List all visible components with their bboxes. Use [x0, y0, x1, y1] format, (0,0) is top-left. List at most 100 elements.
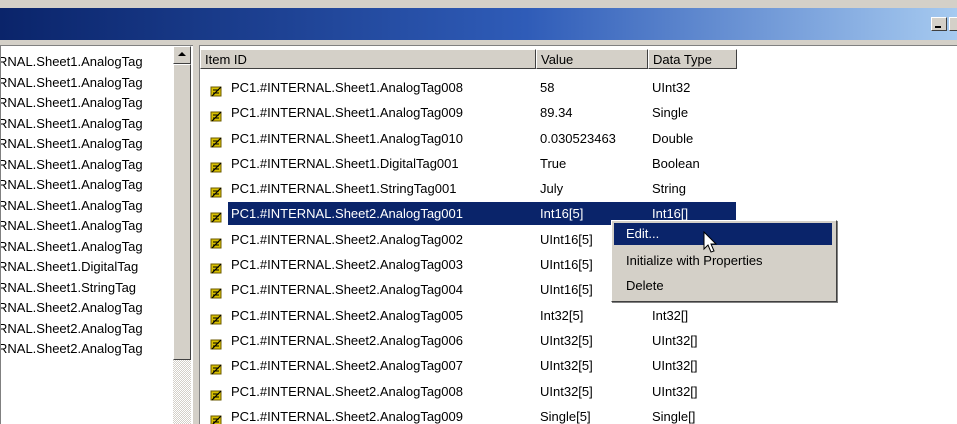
column-header-item-id[interactable]: Item ID: [200, 49, 536, 69]
cell-value: 89.34: [540, 105, 573, 121]
tag-icon: [210, 258, 223, 274]
tree-panel: RNAL.Sheet1.AnalogTag RNAL.Sheet1.AnalogT…: [0, 45, 193, 424]
cell-value: UInt16[5]: [540, 257, 593, 273]
table-row[interactable]: PC1.#INTERNAL.Sheet1.StringTag001 July Str…: [200, 176, 957, 201]
tag-icon: [210, 132, 223, 148]
table-row[interactable]: PC1.#INTERNAL.Sheet2.AnalogTag004 UInt16[…: [200, 277, 957, 302]
table-row[interactable]: PC1.#INTERNAL.Sheet2.AnalogTag005 Int32[5…: [200, 303, 957, 328]
cell-item-id: PC1.#INTERNAL.Sheet1.AnalogTag008: [231, 80, 463, 95]
table-row[interactable]: PC1.#INTERNAL.Sheet2.AnalogTag007 UInt32[…: [200, 353, 957, 378]
tree-item[interactable]: RNAL.Sheet1.AnalogTag: [1, 134, 173, 155]
tree-item[interactable]: RNAL.Sheet1.AnalogTag: [1, 73, 173, 94]
tree-item[interactable]: RNAL.Sheet1.AnalogTag: [1, 114, 173, 135]
column-header-value[interactable]: Value: [536, 49, 648, 69]
tree-item[interactable]: RNAL.Sheet1.AnalogTag: [1, 196, 173, 217]
cell-value: 58: [540, 80, 555, 95]
tree-item[interactable]: RNAL.Sheet1.AnalogTag: [1, 237, 173, 258]
tree-item[interactable]: RNAL.Sheet1.AnalogTag: [1, 216, 173, 237]
tag-icon: [210, 233, 223, 249]
cell-value: Int32[5]: [540, 307, 584, 323]
table-body: PC1.#INTERNAL.Sheet1.AnalogTag008 58 UInt3…: [200, 75, 957, 424]
cell-value: 0.030523463: [540, 130, 616, 146]
table-row[interactable]: PC1.#INTERNAL.Sheet2.AnalogTag002 UInt16[…: [200, 227, 957, 252]
menu-item-delete[interactable]: Delete: [614, 275, 832, 297]
cell-item-id: PC1.#INTERNAL.Sheet1.DigitalTag001: [231, 155, 459, 171]
maximize-button[interactable]: [949, 17, 957, 31]
table-row[interactable]: PC1.#INTERNAL.Sheet2.AnalogTag003 UInt16[…: [200, 252, 957, 277]
scroll-up-button[interactable]: [173, 46, 191, 64]
table-row[interactable]: PC1.#INTERNAL.Sheet2.AnalogTag008 UInt32[…: [200, 379, 957, 404]
tree-item[interactable]: RNAL.Sheet2.AnalogTag: [1, 339, 173, 360]
cell-item-id: PC1.#INTERNAL.Sheet2.AnalogTag001: [231, 206, 463, 222]
table-row[interactable]: PC1.#INTERNAL.Sheet1.AnalogTag009 89.34 Si…: [200, 100, 957, 125]
cell-item-id: PC1.#INTERNAL.Sheet2.AnalogTag007: [231, 358, 463, 374]
cell-item-id: PC1.#INTERNAL.Sheet1.AnalogTag009: [231, 105, 463, 121]
cell-data-type: Int32[]: [652, 307, 689, 323]
minimize-icon: [935, 26, 941, 28]
cell-item-id: PC1.#INTERNAL.Sheet2.AnalogTag003: [231, 257, 463, 273]
tree-item[interactable]: RNAL.Sheet1.StringTag: [1, 278, 173, 299]
tag-icon: [210, 309, 223, 325]
cell-item-id: PC1.#INTERNAL.Sheet1.StringTag001: [231, 181, 457, 197]
cell-value: True: [540, 155, 567, 171]
table-row[interactable]: PC1.#INTERNAL.Sheet2.AnalogTag009 Single[…: [200, 404, 957, 424]
scroll-thumb[interactable]: [173, 64, 191, 360]
cell-value: Int16[5]: [540, 206, 584, 222]
tag-icon: [210, 283, 223, 299]
cell-data-type: String: [652, 181, 686, 197]
cell-value: UInt32[5]: [540, 332, 593, 348]
cell-value: July: [540, 181, 564, 197]
menu-item-edit[interactable]: Edit...: [614, 223, 832, 245]
table-row[interactable]: PC1.#INTERNAL.Sheet1.AnalogTag010 0.03052…: [200, 126, 957, 151]
mouse-cursor-icon: [703, 231, 718, 253]
cell-value: UInt16[5]: [540, 231, 593, 247]
cell-data-type: UInt32: [652, 80, 691, 95]
menu-item-initialize-with-properties[interactable]: Initialize with Properties: [614, 250, 832, 272]
tree-item[interactable]: RNAL.Sheet1.AnalogTag: [1, 93, 173, 114]
table-row[interactable]: PC1.#INTERNAL.Sheet2.AnalogTag006 UInt32[…: [200, 328, 957, 353]
tree-item[interactable]: RNAL.Sheet2.AnalogTag: [1, 298, 173, 319]
cell-data-type: Boolean: [652, 155, 700, 171]
tag-icon: [210, 334, 223, 350]
cell-item-id: PC1.#INTERNAL.Sheet2.AnalogTag002: [231, 231, 463, 247]
cell-data-type: UInt32[]: [652, 383, 698, 399]
tree-item[interactable]: RNAL.Sheet1.AnalogTag: [1, 52, 173, 73]
tag-icon: [210, 157, 223, 173]
cell-item-id: PC1.#INTERNAL.Sheet2.AnalogTag004: [231, 282, 463, 298]
cell-value: Single[5]: [540, 408, 591, 424]
cell-data-type: Double: [652, 130, 694, 146]
tree-item[interactable]: RNAL.Sheet1.AnalogTag: [1, 175, 173, 196]
minimize-button[interactable]: [931, 17, 947, 31]
context-menu: Edit... Initialize with Properties Delet…: [611, 220, 837, 302]
tag-icon: [210, 81, 223, 97]
cell-data-type: Single: [652, 105, 689, 121]
cell-data-type: UInt32[]: [652, 358, 698, 374]
tree-list: RNAL.Sheet1.AnalogTag RNAL.Sheet1.AnalogT…: [1, 52, 173, 360]
cell-value: UInt16[5]: [540, 282, 593, 298]
table-header: Item ID Value Data Type: [200, 49, 737, 69]
table-row[interactable]: PC1.#INTERNAL.Sheet2.AnalogTag001 Int16[5…: [200, 201, 957, 226]
tree-item[interactable]: RNAL.Sheet2.AnalogTag: [1, 319, 173, 340]
tag-icon: [210, 410, 223, 424]
tag-icon: [210, 182, 223, 198]
table-row[interactable]: PC1.#INTERNAL.Sheet1.AnalogTag008 58 UInt3…: [200, 75, 957, 100]
tree-item[interactable]: RNAL.Sheet1.DigitalTag: [1, 257, 173, 278]
cell-value: UInt32[5]: [540, 383, 593, 399]
title-bar: [0, 8, 957, 40]
tree-scrollbar[interactable]: [173, 46, 191, 424]
tag-icon: [210, 207, 223, 223]
tag-icon: [210, 106, 223, 122]
tree-item[interactable]: RNAL.Sheet1.AnalogTag: [1, 155, 173, 176]
cell-item-id: PC1.#INTERNAL.Sheet2.AnalogTag006: [231, 332, 463, 348]
tag-icon: [210, 359, 223, 375]
cell-item-id: PC1.#INTERNAL.Sheet2.AnalogTag005: [231, 307, 463, 323]
items-panel: Item ID Value Data Type PC1.#INTERNAL.Sh…: [199, 45, 957, 424]
cell-data-type: Single[]: [652, 408, 696, 424]
tag-icon: [210, 385, 223, 401]
cell-item-id: PC1.#INTERNAL.Sheet2.AnalogTag008: [231, 383, 463, 399]
column-header-data-type[interactable]: Data Type: [648, 49, 737, 69]
scroll-up-icon: [178, 52, 186, 56]
cell-value: UInt32[5]: [540, 358, 593, 374]
cell-data-type: UInt32[]: [652, 332, 698, 348]
table-row[interactable]: PC1.#INTERNAL.Sheet1.DigitalTag001 True Bo…: [200, 151, 957, 176]
